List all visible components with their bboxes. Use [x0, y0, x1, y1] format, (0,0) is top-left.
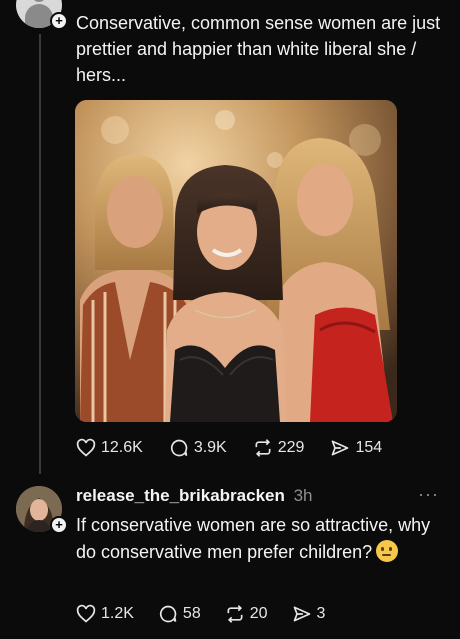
reply-text-block: If conservative women are so attractive,…: [76, 512, 448, 566]
post-reply-count: 3.9K: [193, 439, 227, 456]
avatar-body-shape: [25, 4, 53, 28]
reply-share-button[interactable]: 3: [292, 604, 326, 624]
follow-plus-icon[interactable]: +: [50, 12, 68, 30]
heart-icon: [76, 438, 96, 457]
share-icon: [293, 606, 310, 622]
thread-connector: [39, 34, 41, 474]
reply-follow-plus-icon[interactable]: +: [50, 516, 68, 534]
post-image-illustration: [75, 100, 397, 422]
post-image[interactable]: [75, 100, 397, 422]
post-reply-button[interactable]: 3.9K: [169, 438, 227, 458]
comment-icon: [170, 439, 188, 457]
post-like-button[interactable]: 12.6K: [76, 438, 143, 458]
post-repost-button[interactable]: 229: [253, 438, 305, 458]
reply-timestamp: 3h: [293, 486, 313, 505]
post-text: Conservative, common sense women are jus…: [76, 13, 441, 85]
post-share-button[interactable]: 154: [330, 438, 382, 458]
repost-icon: [227, 605, 243, 623]
reply-share-count: 3: [316, 605, 326, 622]
reply-like-button[interactable]: 1.2K: [76, 604, 134, 624]
reply-repost-count: 20: [249, 605, 268, 622]
post-repost-count: 229: [277, 439, 305, 456]
reply-stats-bar: 1.2K 58 20 3: [76, 604, 351, 624]
thinking-face-icon: [376, 540, 399, 562]
post-share-count: 154: [355, 439, 383, 456]
post-like-count: 12.6K: [101, 439, 143, 456]
repost-icon: [255, 439, 271, 457]
reply-reply-count: 58: [182, 605, 201, 622]
reply-like-count: 1.2K: [101, 605, 134, 622]
share-icon: [332, 440, 349, 456]
reply-repost-button[interactable]: 20: [225, 604, 268, 624]
reply-header: release_the_brikabracken 3h: [76, 486, 313, 506]
heart-icon: [76, 604, 96, 623]
post-stats-bar: 12.6K 3.9K 229 154: [76, 438, 408, 458]
reply-username[interactable]: release_the_brikabracken: [76, 486, 285, 505]
avatar-head-shape: [32, 0, 46, 2]
more-icon[interactable]: ···: [418, 484, 439, 505]
comment-icon: [159, 605, 177, 623]
reply-reply-button[interactable]: 58: [158, 604, 201, 624]
thread-view: + Conservative, common sense women are j…: [0, 0, 460, 639]
